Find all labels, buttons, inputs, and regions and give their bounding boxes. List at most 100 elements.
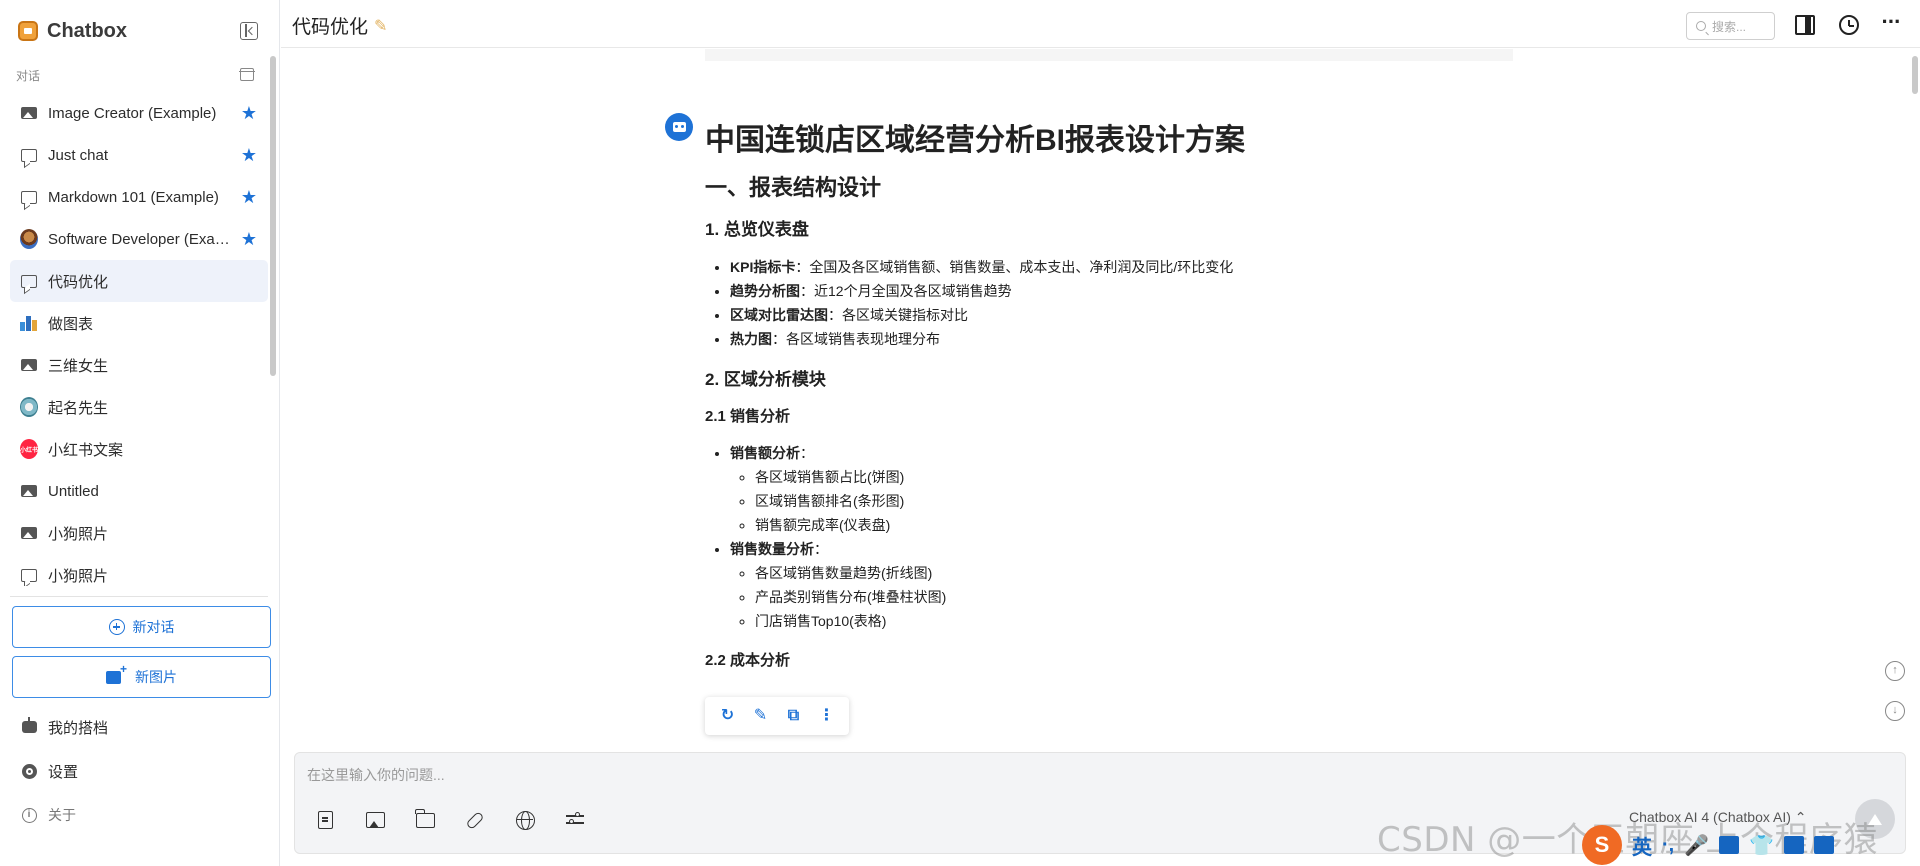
attach-file-icon[interactable]	[313, 808, 337, 832]
conversation-item[interactable]: Image Creator (Example) ★	[10, 92, 268, 134]
xiaohongshu-icon: 小红书	[20, 439, 38, 459]
plus-circle-icon	[108, 619, 125, 635]
settings-label: 设置	[48, 763, 79, 781]
previous-message-block	[705, 49, 1513, 61]
assistant-message: 中国连锁店区域经营分析BI报表设计方案 一、报表结构设计 1. 总览仪表盘 KP…	[705, 121, 1513, 685]
list-item: 门店销售Top10(表格)	[755, 609, 1513, 633]
conversation-list[interactable]: Image Creator (Example) ★ Just chat ★ Ma…	[10, 92, 268, 586]
toolbox-icon[interactable]	[1784, 836, 1805, 854]
sogou-ime-logo-icon[interactable]: S	[1582, 825, 1622, 865]
conversations-section-label: 对话	[16, 69, 41, 83]
image-icon	[20, 524, 38, 542]
new-chat-button[interactable]: 新对话	[12, 606, 271, 648]
brand[interactable]: Chatbox	[18, 18, 127, 44]
chat-icon	[20, 188, 38, 206]
attach-image-icon[interactable]	[363, 808, 387, 832]
list-item: 各区域销售额占比(饼图)	[755, 465, 1513, 489]
split-view-icon[interactable]	[1795, 15, 1815, 35]
star-icon[interactable]: ★	[240, 187, 258, 208]
more-vertical-icon[interactable]: ⋮	[816, 705, 838, 727]
apps-grid-icon[interactable]	[1814, 836, 1835, 854]
list-item: KPI指标卡：全国及各区域销售额、销售数量、成本支出、净利润及同比/环比变化	[730, 255, 1513, 279]
conversation-label: 三维女生	[48, 357, 109, 375]
regenerate-icon[interactable]: ↻	[717, 705, 739, 727]
conversation-label: 做图表	[48, 315, 94, 333]
copy-icon[interactable]: ⧉	[783, 705, 805, 727]
conversation-item[interactable]: Markdown 101 (Example) ★	[10, 176, 268, 218]
message-area[interactable]: 中国连锁店区域经营分析BI报表设计方案 一、报表结构设计 1. 总览仪表盘 KP…	[281, 49, 1920, 749]
settings-sliders-icon[interactable]	[563, 808, 587, 832]
keyboard-icon[interactable]	[1719, 836, 1740, 854]
microphone-icon[interactable]: 🎤	[1684, 833, 1709, 858]
star-icon[interactable]: ★	[240, 229, 258, 250]
my-copilots-item[interactable]: 我的搭档	[20, 715, 108, 739]
scroll-to-bottom-icon[interactable]: ↓	[1885, 701, 1905, 721]
more-options-icon[interactable]: ···	[1881, 11, 1902, 35]
list-item: 区域对比雷达图：各区域关键指标对比	[730, 303, 1513, 327]
info-icon: i	[20, 807, 38, 823]
add-image-icon	[106, 662, 127, 684]
sidebar-scrollbar[interactable]	[270, 56, 276, 376]
conversation-label: Markdown 101 (Example)	[48, 188, 219, 206]
conversation-item[interactable]: 起名先生	[10, 386, 268, 428]
conversation-item[interactable]: 三维女生	[10, 344, 268, 386]
conversation-item[interactable]: 小狗照片	[10, 554, 268, 586]
about-item[interactable]: i 关于	[20, 803, 76, 827]
message-scrollbar[interactable]	[1912, 56, 1918, 94]
conversation-item[interactable]: Software Developer (Example) ★	[10, 218, 268, 260]
history-icon[interactable]	[1839, 15, 1859, 35]
input-toolbar	[313, 808, 587, 832]
section-1-title: 一、报表结构设计	[705, 175, 882, 200]
image-icon	[20, 482, 38, 500]
developer-avatar-icon	[20, 229, 38, 249]
link-icon[interactable]	[463, 808, 487, 832]
list-item: 产品类别销售分布(堆叠柱状图)	[755, 585, 1513, 609]
search-placeholder: 搜索...	[1712, 19, 1747, 34]
conversation-item[interactable]: Untitled	[10, 470, 268, 512]
skin-shirt-icon[interactable]: 👕	[1749, 833, 1774, 858]
conversation-label: Just chat	[48, 146, 109, 164]
image-icon	[20, 356, 38, 374]
star-icon[interactable]: ★	[240, 103, 258, 124]
star-icon[interactable]: ★	[240, 145, 258, 166]
scroll-to-top-icon[interactable]: ↑	[1885, 661, 1905, 681]
chat-icon	[20, 146, 38, 164]
list-item: 销售数量分析： 各区域销售数量趋势(折线图) 产品类别销售分布(堆叠柱状图) 门…	[730, 537, 1513, 633]
new-chat-label: 新对话	[132, 619, 175, 635]
collapse-sidebar-icon[interactable]	[240, 22, 258, 40]
ime-language-toggle[interactable]: 英	[1632, 831, 1652, 860]
subsection-2-2-title: 2.2 成本分析	[705, 652, 791, 669]
list-item: 趋势分析图：近12个月全国及各区域销售趋势	[730, 279, 1513, 303]
conversation-item[interactable]: Just chat ★	[10, 134, 268, 176]
edit-icon[interactable]: ✎	[750, 705, 772, 727]
conversation-item[interactable]: 小狗照片	[10, 512, 268, 554]
list-item: 销售额完成率(仪表盘)	[755, 513, 1513, 537]
edit-pencil-icon[interactable]: ✎	[374, 16, 387, 36]
message-input[interactable]	[307, 765, 1887, 789]
conversation-label: 小狗照片	[48, 567, 109, 585]
app-name: Chatbox	[47, 19, 127, 42]
settings-item[interactable]: 设置	[20, 759, 78, 783]
punctuation-icon[interactable]: ·,	[1662, 834, 1674, 857]
bar-chart-icon	[20, 314, 38, 332]
chatbox-logo-icon	[18, 21, 38, 41]
conversation-label: 代码优化	[48, 273, 109, 291]
search-input[interactable]: 搜索...	[1686, 12, 1775, 40]
archive-icon[interactable]	[239, 68, 255, 81]
folder-icon[interactable]	[413, 808, 437, 832]
overview-list: KPI指标卡：全国及各区域销售额、销售数量、成本支出、净利润及同比/环比变化 趋…	[730, 255, 1513, 351]
subsection-2-1-title: 2.1 销售分析	[705, 408, 791, 425]
sales-analysis-list: 销售额分析： 各区域销售额占比(饼图) 区域销售额排名(条形图) 销售额完成率(…	[730, 441, 1513, 633]
chat-title-text: 代码优化	[292, 17, 369, 38]
chat-icon	[20, 272, 38, 290]
list-item: 热力图：各区域销售表现地理分布	[730, 327, 1513, 351]
chat-title[interactable]: 代码优化 ✎	[292, 12, 387, 39]
ime-toolbar: S 英 ·, 🎤 👕	[1582, 824, 1920, 866]
web-search-globe-icon[interactable]	[513, 808, 537, 832]
new-image-button[interactable]: 新图片	[12, 656, 271, 698]
assistant-avatar-icon	[665, 113, 693, 141]
message-toolbar: ↻ ✎ ⧉ ⋮	[705, 697, 849, 735]
conversation-item-active[interactable]: 代码优化	[10, 260, 268, 302]
conversation-item[interactable]: 做图表	[10, 302, 268, 344]
conversation-item[interactable]: 小红书 小红书文案	[10, 428, 268, 470]
